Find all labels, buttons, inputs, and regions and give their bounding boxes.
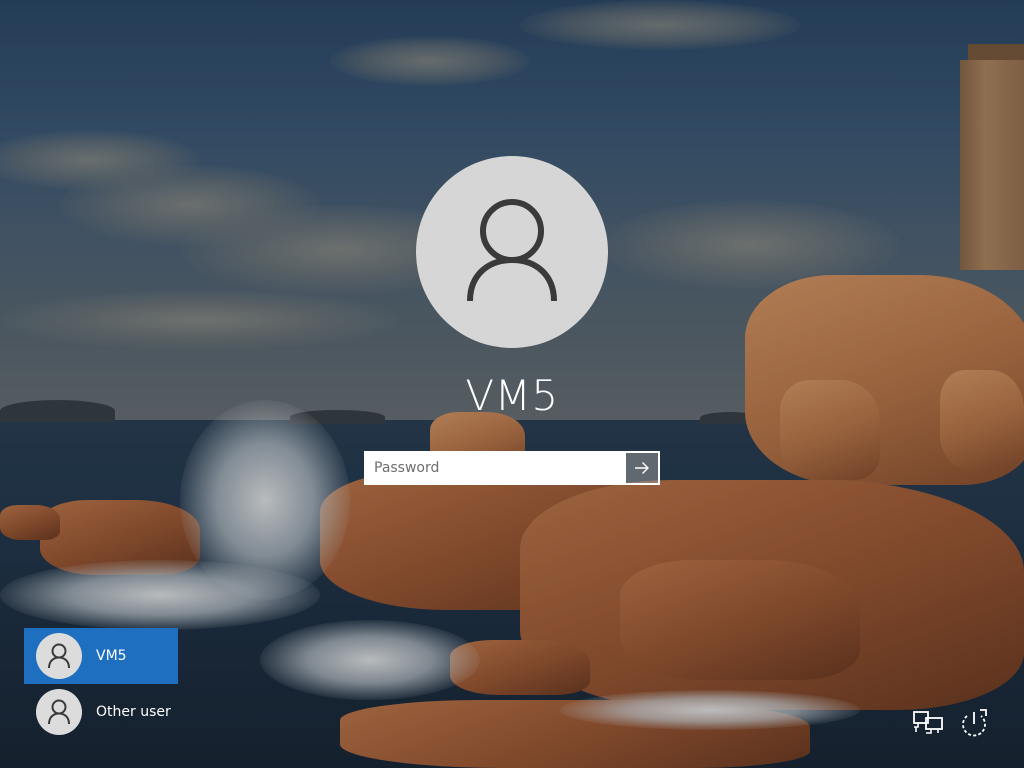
username-title: VM5 [465,371,559,420]
user-avatar-small [36,633,82,679]
user-avatar-small [36,689,82,735]
lock-screen: VM5 VM5 Other user [0,0,1024,768]
user-list-item-label: Other user [96,704,171,720]
user-icon [467,199,557,302]
user-list-item-label: VM5 [96,648,127,664]
network-icon [913,711,943,734]
ease-of-access-power-icon [962,709,987,737]
user-avatar-large [416,156,608,348]
user-list-item-vm5[interactable]: VM5 [24,628,178,684]
user-icon [48,643,70,669]
user-list: VM5 Other user [24,628,178,740]
password-field-group [364,451,660,485]
password-input[interactable] [364,451,626,485]
ease-of-access-button[interactable] [956,706,992,740]
network-button[interactable] [910,706,946,740]
submit-button[interactable] [626,451,660,485]
arrow-right-icon [635,462,649,474]
user-list-item-other-user[interactable]: Other user [24,684,178,740]
user-icon [48,699,70,725]
